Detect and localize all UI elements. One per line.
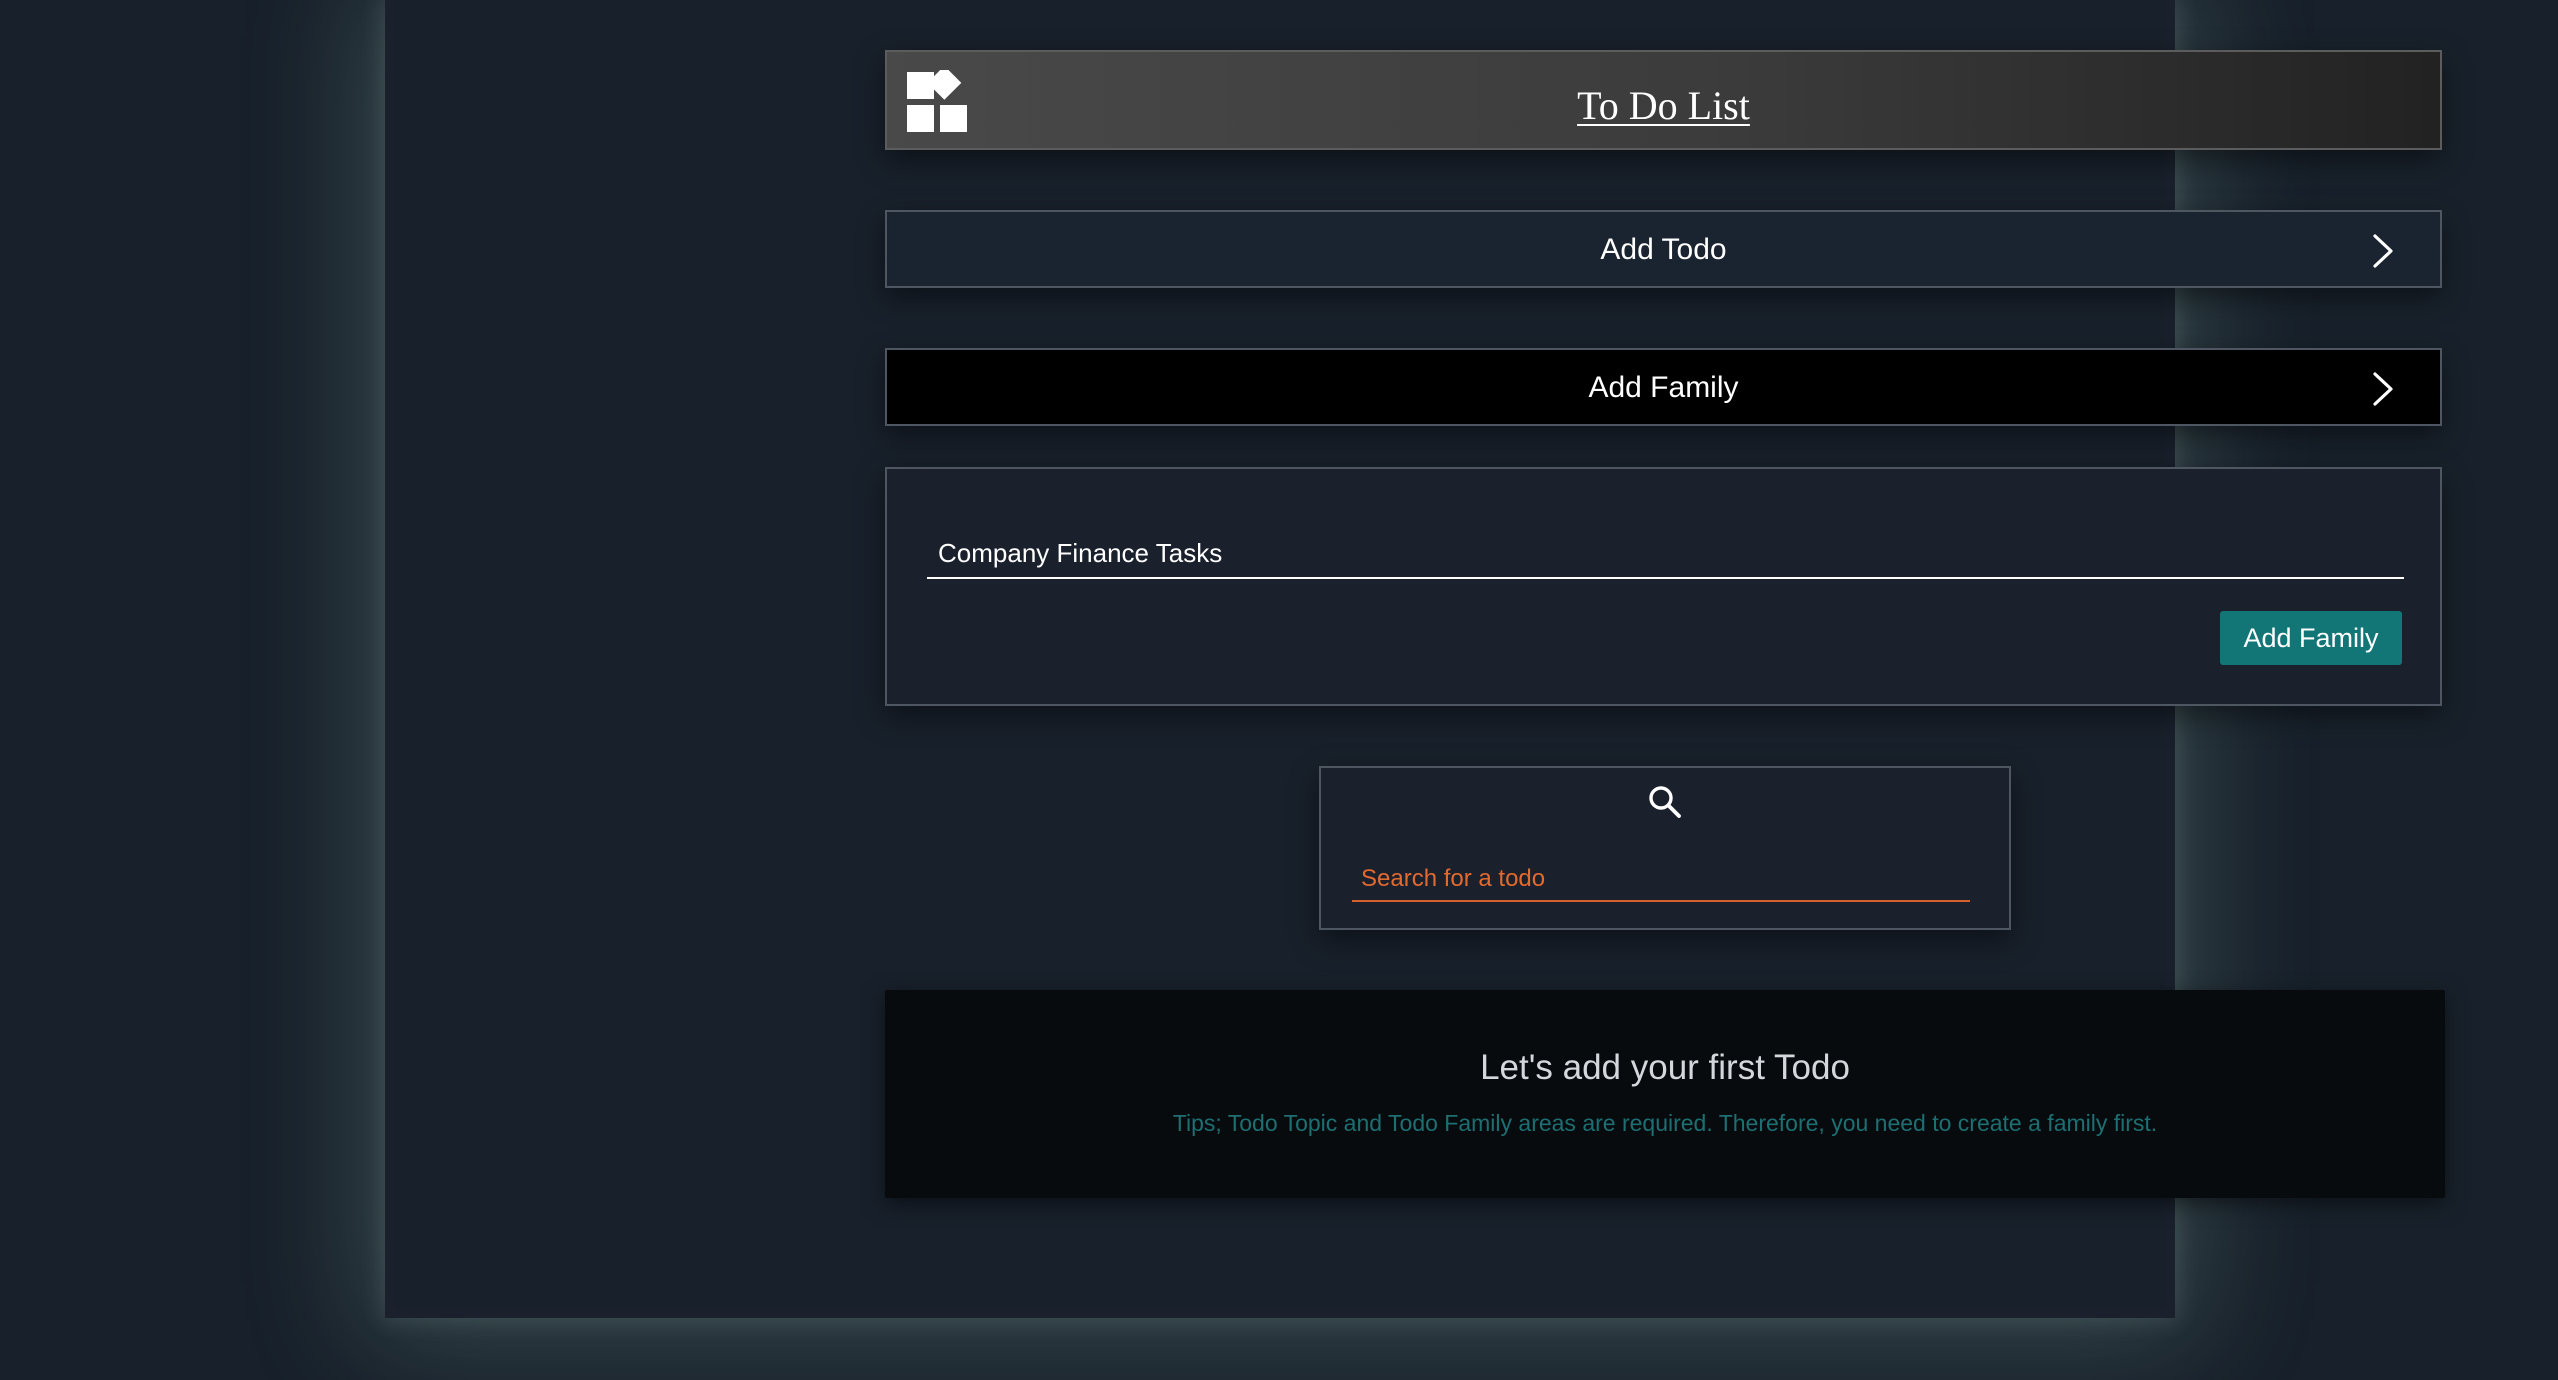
add-family-button[interactable]: Add Family <box>2220 611 2402 665</box>
add-family-label: Add Family <box>1588 371 1739 404</box>
app-panel: To Do List Add Todo Add Family Add Famil… <box>385 0 2445 1318</box>
app-header: To Do List <box>885 50 2442 150</box>
search-icon <box>1649 786 1681 818</box>
empty-state-tip: Tips; Todo Topic and Todo Family areas a… <box>1172 1110 2158 1136</box>
family-name-input[interactable] <box>927 529 2404 579</box>
add-family-accordion[interactable]: Add Family <box>885 348 2442 426</box>
search-card <box>1319 766 2011 930</box>
empty-state-title: Let's add your first Todo <box>1480 1048 1850 1087</box>
search-input[interactable] <box>1352 858 1970 902</box>
chevron-right-icon <box>2373 234 2393 268</box>
empty-state: Let's add your first Todo Tips; Todo Top… <box>885 990 2445 1198</box>
add-todo-accordion[interactable]: Add Todo <box>885 210 2442 288</box>
chevron-right-icon <box>2373 372 2393 406</box>
page-title: To Do List <box>1577 83 1750 128</box>
add-family-form: Add Family <box>885 467 2442 706</box>
add-todo-label: Add Todo <box>1600 233 1727 266</box>
